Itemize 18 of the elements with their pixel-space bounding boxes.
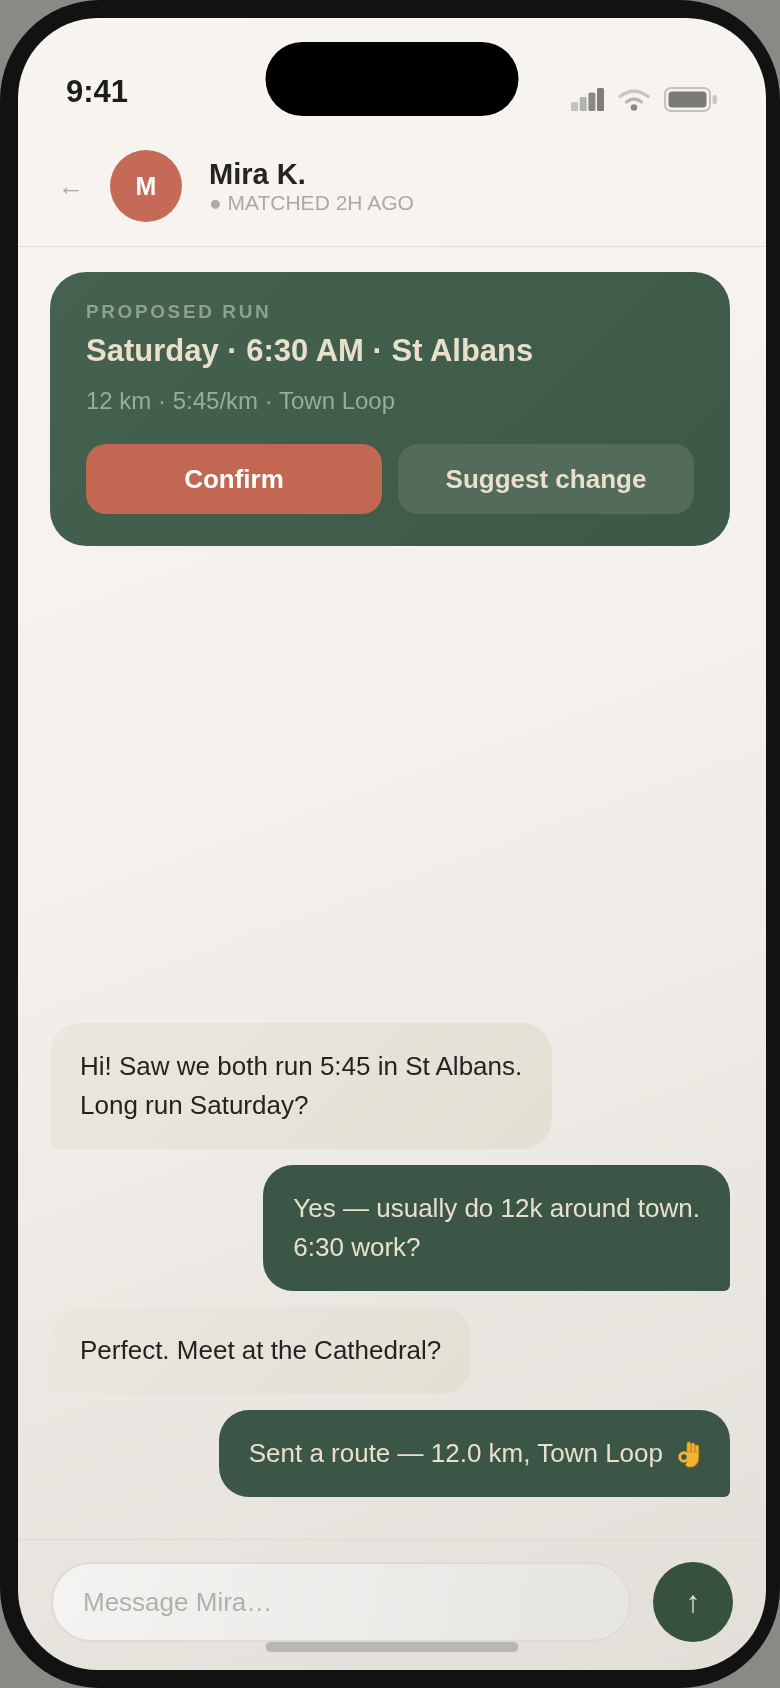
avatar: M	[110, 150, 182, 222]
message-text: Hi! Saw we both run 5:45 in St Albans. Long run Saturday?	[80, 1050, 523, 1122]
message-text: Yes — usually do 12k around town. 6:30 work?	[293, 1192, 700, 1264]
confirm-button[interactable]: Confirm	[86, 444, 382, 514]
status-time: 9:41	[66, 74, 129, 110]
card-label: PROPOSED RUN	[86, 300, 273, 324]
message-text: Sent a route — 12.0 km, Town Loop	[248, 1437, 663, 1470]
send-button[interactable]: ↑	[653, 1562, 733, 1642]
run-title: Saturday · 6:30 AM · St Albans	[86, 332, 535, 370]
battery-icon	[664, 87, 717, 112]
wifi-icon	[618, 88, 650, 111]
message-input[interactable]: Message Mira…	[51, 1562, 631, 1642]
match-status: ● MATCHED 2H AGO	[209, 191, 414, 215]
contact-name: Mira K.	[209, 157, 307, 191]
run-details: 12 km · 5:45/km · Town Loop	[86, 386, 397, 416]
suggest-change-button[interactable]: Suggest change	[398, 444, 694, 514]
message-text: Perfect. Meet at the Cathedral?	[80, 1334, 442, 1367]
signal-icon	[571, 88, 604, 111]
